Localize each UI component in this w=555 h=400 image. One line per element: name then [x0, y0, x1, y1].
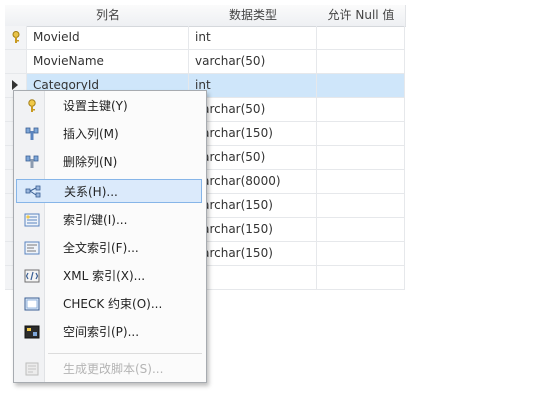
- check-constraint-icon: [24, 297, 40, 311]
- menu-item-label: 设置主键(Y): [63, 99, 128, 113]
- relationship-icon: [25, 185, 41, 198]
- row-selector[interactable]: [5, 50, 27, 73]
- menu-separator: [48, 353, 202, 354]
- context-menu: 设置主键(Y) 插入列(M) 删除列(N) 关系(H)... 索引/键(I)..…: [13, 90, 207, 383]
- data-type-cell[interactable]: varchar(150): [189, 122, 317, 145]
- delete-column-icon: [25, 155, 39, 168]
- menu-item-label: 全文索引(F)...: [63, 241, 139, 255]
- key-icon: [28, 99, 36, 112]
- column-name-cell[interactable]: MovieName: [27, 50, 189, 73]
- allow-null-cell[interactable]: [317, 170, 405, 193]
- menu-item-label: 生成更改脚本(S)...: [63, 362, 164, 376]
- fulltext-index-icon: [24, 241, 40, 255]
- menu-item-spatial-index[interactable]: 空间索引(P)...: [16, 320, 202, 344]
- data-type-cell[interactable]: varchar(50): [189, 146, 317, 169]
- table-row[interactable]: MovieId int: [5, 26, 405, 50]
- data-type-cell[interactable]: varchar(50): [189, 98, 317, 121]
- allow-null-cell[interactable]: [317, 146, 405, 169]
- allow-null-header[interactable]: 允许 Null 值: [317, 5, 406, 27]
- menu-item-fulltext-index[interactable]: 全文索引(F)...: [16, 236, 202, 260]
- menu-item-check-constraints[interactable]: CHECK 约束(O)...: [16, 292, 202, 316]
- allow-null-cell[interactable]: [317, 50, 405, 73]
- allow-null-cell[interactable]: [317, 122, 405, 145]
- data-type-cell[interactable]: [189, 266, 317, 289]
- column-name-cell[interactable]: MovieId: [27, 26, 189, 49]
- data-type-cell[interactable]: int: [189, 26, 317, 49]
- menu-item-indexes-keys[interactable]: 索引/键(I)...: [16, 208, 202, 232]
- xml-index-icon: [24, 269, 40, 283]
- data-type-cell[interactable]: varchar(150): [189, 218, 317, 241]
- data-type-header[interactable]: 数据类型: [189, 5, 318, 27]
- menu-item-insert-column[interactable]: 插入列(M): [16, 122, 202, 146]
- primary-key-icon: [12, 31, 20, 43]
- allow-null-cell[interactable]: [317, 218, 405, 241]
- menu-item-label: 索引/键(I)...: [63, 213, 128, 227]
- menu-item-label: CHECK 约束(O)...: [63, 297, 163, 311]
- row-selector[interactable]: [5, 26, 27, 49]
- table-row[interactable]: MovieName varchar(50): [5, 50, 405, 74]
- menu-item-xml-index[interactable]: XML 索引(X)...: [16, 264, 202, 288]
- data-type-cell[interactable]: varchar(50): [189, 50, 317, 73]
- data-type-cell[interactable]: varchar(150): [189, 194, 317, 217]
- data-type-cell[interactable]: varchar(8000): [189, 170, 317, 193]
- allow-null-cell[interactable]: [317, 242, 405, 265]
- current-row-arrow-icon: [12, 80, 18, 90]
- menu-item-generate-change-script: 生成更改脚本(S)...: [16, 357, 202, 381]
- menu-item-delete-column[interactable]: 删除列(N): [16, 150, 202, 174]
- allow-null-cell[interactable]: [317, 266, 405, 289]
- menu-item-label: 删除列(N): [63, 155, 118, 169]
- column-name-header[interactable]: 列名: [27, 5, 190, 27]
- allow-null-cell[interactable]: [317, 26, 405, 49]
- allow-null-cell[interactable]: [317, 98, 405, 121]
- menu-item-label: 关系(H)...: [64, 185, 118, 199]
- data-type-cell[interactable]: int: [189, 74, 317, 97]
- insert-column-icon: [25, 127, 39, 140]
- menu-item-label: 空间索引(P)...: [63, 325, 140, 339]
- allow-null-cell[interactable]: [317, 74, 405, 97]
- script-icon: [25, 362, 39, 376]
- menu-item-set-primary-key[interactable]: 设置主键(Y): [16, 94, 202, 118]
- menu-item-relationships[interactable]: 关系(H)...: [16, 179, 202, 203]
- menu-item-label: 插入列(M): [63, 127, 119, 141]
- allow-null-cell[interactable]: [317, 194, 405, 217]
- spatial-index-icon: [24, 325, 40, 339]
- row-selector-header: [5, 5, 28, 27]
- index-icon: [24, 213, 40, 227]
- menu-item-label: XML 索引(X)...: [63, 269, 146, 283]
- data-type-cell[interactable]: varchar(150): [189, 242, 317, 265]
